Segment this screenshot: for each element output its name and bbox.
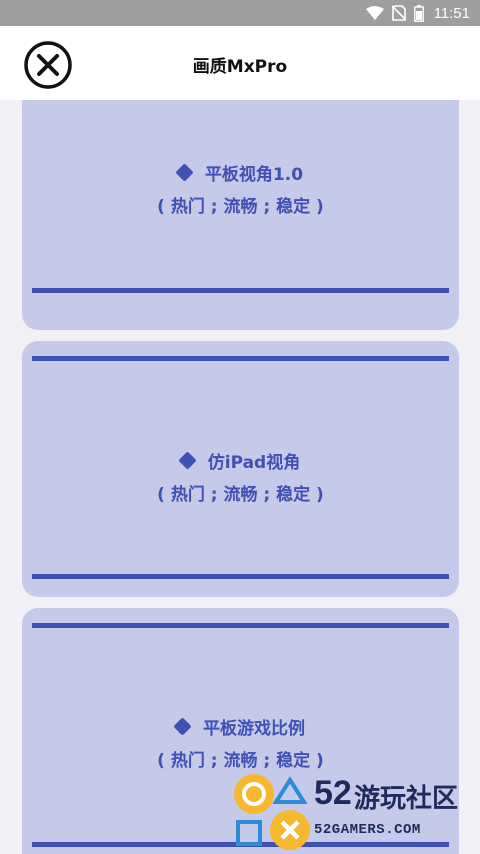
- watermark-number: 52: [314, 774, 352, 812]
- status-bar: 11:51: [0, 0, 480, 26]
- card-divider: [32, 288, 449, 293]
- site-watermark: 52 游玩社区 52GAMERS.COM: [232, 772, 480, 854]
- options-list[interactable]: 平板视角1.0 ( 热门 ; 流畅 ; 稳定 ) 仿iPad视角 ( 热门 ; …: [0, 100, 480, 854]
- option-subtitle: ( 热门 ; 流畅 ; 稳定 ): [157, 485, 324, 505]
- diamond-bullet-icon: [175, 163, 194, 182]
- watermark-name: 游玩社区: [354, 784, 459, 814]
- card-divider: [32, 623, 449, 628]
- option-subtitle: ( 热门 ; 流畅 ; 稳定 ): [157, 751, 324, 771]
- diamond-bullet-icon: [173, 717, 192, 736]
- option-title-row: 仿iPad视角: [22, 448, 459, 473]
- option-title-row: 平板视角1.0: [22, 160, 459, 185]
- card-divider: [32, 574, 449, 579]
- gamepad-logo-icon: [232, 772, 314, 854]
- option-card-ipad-view[interactable]: 仿iPad视角 ( 热门 ; 流畅 ; 稳定 ): [22, 341, 459, 597]
- card-divider: [32, 356, 449, 361]
- app-header: 画质MxPro: [0, 26, 480, 100]
- wifi-icon: [365, 6, 384, 20]
- no-sim-icon: [391, 5, 406, 21]
- close-circle-icon: [23, 41, 73, 94]
- option-title-row: 平板游戏比例: [22, 714, 459, 739]
- option-title: 平板游戏比例: [203, 719, 305, 739]
- status-time: 11:51: [433, 4, 470, 22]
- option-title: 仿iPad视角: [207, 453, 301, 473]
- option-title: 平板视角1.0: [204, 165, 304, 185]
- battery-icon: [413, 4, 424, 22]
- watermark-domain: 52GAMERS.COM: [314, 822, 421, 838]
- diamond-bullet-icon: [178, 451, 197, 470]
- page-title: 画质MxPro: [192, 57, 288, 77]
- option-card-tablet-view[interactable]: 平板视角1.0 ( 热门 ; 流畅 ; 稳定 ): [22, 100, 459, 330]
- option-subtitle: ( 热门 ; 流畅 ; 稳定 ): [157, 197, 324, 217]
